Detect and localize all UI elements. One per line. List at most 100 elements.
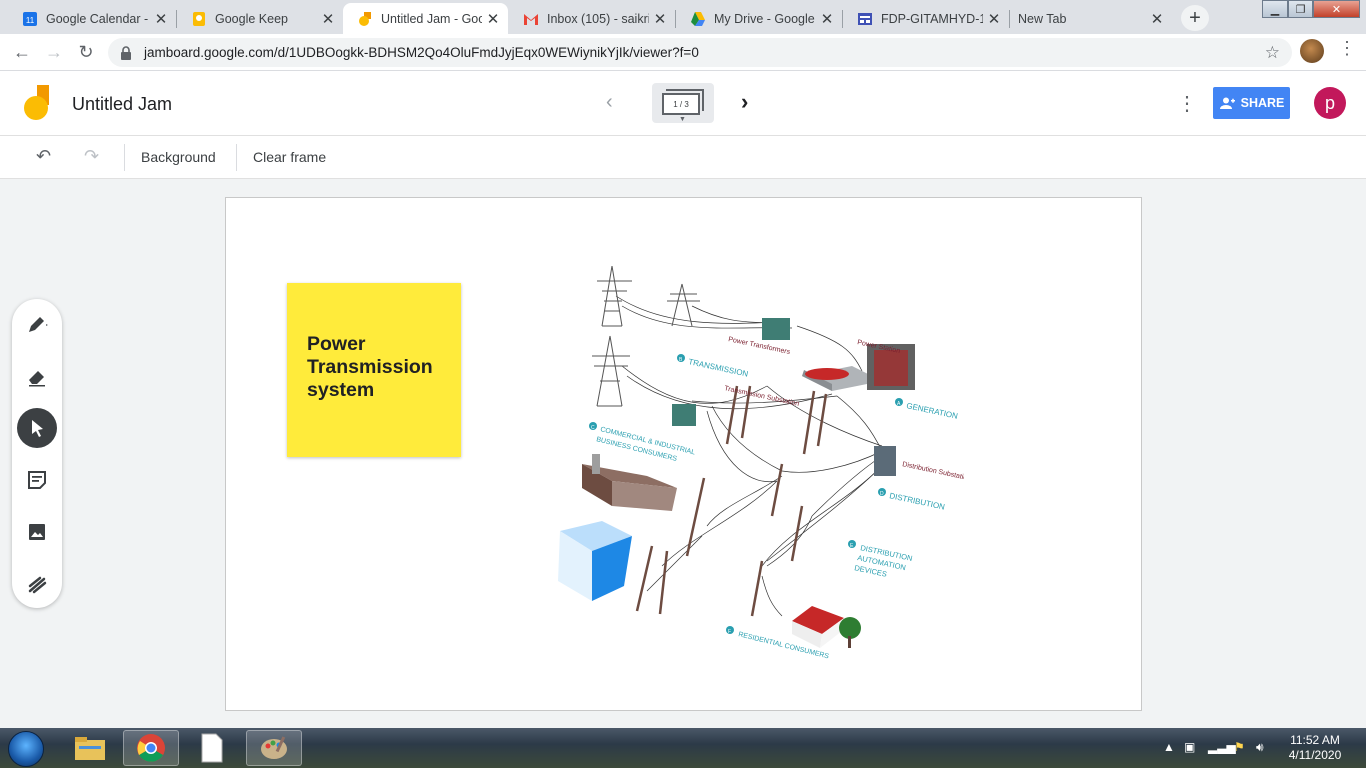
new-tab-button[interactable]: + (1181, 5, 1209, 31)
clock-time: 11:52 AM (1290, 733, 1340, 747)
transmission-substation-icon (672, 404, 696, 426)
keep-icon (191, 11, 207, 27)
pen-tool[interactable] (17, 304, 57, 344)
chevron-down-icon: ▼ (679, 116, 686, 123)
close-tab-icon[interactable]: ✕ (653, 10, 667, 28)
bookmark-star-icon[interactable]: ☆ (1265, 43, 1280, 63)
svg-text:Distribution Substation: Distribution Substation (902, 461, 964, 482)
svg-text:D: D (880, 491, 884, 497)
tab-fdp-form[interactable]: FDP-GITAMHYD-17 ✕ (843, 3, 1009, 34)
clear-frame-button[interactable]: Clear frame (253, 149, 326, 165)
forms-icon (857, 11, 873, 27)
chrome-menu-icon[interactable]: ⋮ (1338, 38, 1356, 59)
forward-icon[interactable]: → (40, 38, 68, 66)
tool-palette (12, 299, 62, 608)
pen-icon (29, 317, 48, 332)
chrome-profile-avatar[interactable] (1300, 39, 1324, 63)
windows-start-button[interactable] (8, 731, 44, 767)
sticky-note-icon (28, 471, 46, 489)
address-bar[interactable]: jamboard.google.com/d/1UDBOogkk-BDHSM2Qo… (108, 38, 1292, 67)
svg-text:11: 11 (26, 16, 35, 25)
file-explorer-taskbar-icon[interactable] (62, 730, 118, 766)
tab-google-keep[interactable]: Google Keep ✕ (177, 3, 343, 34)
previous-frame-icon[interactable]: ‹ (606, 91, 613, 114)
close-tab-icon[interactable]: ✕ (154, 10, 168, 28)
maximize-button[interactable]: ❐ (1288, 0, 1313, 18)
select-icon (32, 420, 43, 437)
power-transformer-icon (762, 318, 790, 340)
jam-title[interactable]: Untitled Jam (72, 94, 172, 115)
browser-toolbar: ← → ↻ jamboard.google.com/d/1UDBOogkk-BD… (0, 34, 1366, 71)
tab-title: Untitled Jam - Goo (381, 11, 482, 26)
add-person-icon (1219, 97, 1235, 109)
reload-icon[interactable]: ↻ (72, 38, 100, 66)
jamboard-logo[interactable] (24, 85, 50, 126)
document-taskbar-icon[interactable] (184, 730, 240, 766)
drive-icon (690, 11, 706, 27)
calendar-icon: 11 (22, 11, 38, 27)
account-avatar[interactable]: p (1314, 87, 1346, 119)
paint-taskbar-icon[interactable] (246, 730, 302, 766)
volume-icon[interactable]: 🔊︎ (1256, 740, 1264, 755)
back-icon[interactable]: ← (8, 38, 36, 66)
close-tab-icon[interactable]: ✕ (321, 10, 335, 28)
tab-strip: 11 Google Calendar - 1 ✕ Google Keep ✕ U… (0, 0, 1366, 34)
show-hidden-icons[interactable]: ▲ (1163, 740, 1175, 754)
tab-google-calendar[interactable]: 11 Google Calendar - 1 ✕ (8, 3, 176, 34)
laser-icon (28, 576, 47, 594)
close-tab-icon[interactable]: ✕ (987, 10, 1001, 28)
image-tool[interactable] (17, 512, 57, 552)
url-text: jamboard.google.com/d/1UDBOogkk-BDHSM2Qo… (144, 45, 699, 60)
power-grid-diagram-image[interactable]: Power Transformers Power Station Transmi… (552, 265, 972, 668)
minimize-button[interactable]: ▁ (1262, 0, 1288, 18)
window-close-button[interactable]: ✕ (1313, 0, 1360, 18)
tab-title: Google Calendar - 1 (46, 11, 150, 26)
jam-toolbar: ↶ ↷ Background Clear frame (0, 136, 1366, 179)
undo-icon[interactable]: ↶ (36, 146, 51, 167)
network-signal-icon[interactable]: ▂▃▅ (1208, 740, 1236, 754)
transmission-tower-icon (592, 265, 700, 407)
eraser-tool[interactable] (17, 356, 57, 396)
jam-canvas[interactable]: Power Transmission system Power Transfor… (225, 197, 1142, 711)
eraser-icon (29, 371, 45, 387)
system-clock[interactable]: 11:52 AM 4/11/2020 (1280, 733, 1350, 763)
tree-icon (839, 617, 861, 639)
jamboard-header: Untitled Jam ‹ 1 / 3 ▼ › ⋮ SHARE p (0, 71, 1366, 136)
tab-my-drive[interactable]: My Drive - Google ✕ (676, 3, 842, 34)
windows-taskbar: ▲ ▣ ▂▃▅ ⚑ 🔊︎ 11:52 AM 4/11/2020 (0, 728, 1366, 768)
chrome-taskbar-icon[interactable] (123, 730, 179, 766)
close-tab-icon[interactable]: ✕ (486, 10, 500, 28)
svg-text:GENERATION: GENERATION (906, 401, 959, 421)
power-station-icon (805, 368, 849, 380)
redo-icon[interactable]: ↷ (84, 146, 99, 167)
tab-title: FDP-GITAMHYD-17 (881, 11, 983, 26)
sticky-note-tool[interactable] (17, 460, 57, 500)
device-tray-icon[interactable]: ▣ (1184, 740, 1195, 754)
distribution-substation-icon (874, 446, 896, 476)
lock-icon (120, 46, 132, 63)
tab-untitled-jam[interactable]: Untitled Jam - Goo ✕ (343, 3, 508, 34)
next-frame-icon[interactable]: › (741, 89, 748, 115)
tab-new-tab[interactable]: New Tab ✕ (1010, 3, 1172, 34)
tab-title: Google Keep (215, 11, 288, 26)
jamboard-icon (357, 11, 373, 27)
background-button[interactable]: Background (141, 149, 216, 165)
close-tab-icon[interactable]: ✕ (820, 10, 834, 28)
tab-title: My Drive - Google (714, 11, 815, 26)
clock-date: 4/11/2020 (1288, 748, 1342, 762)
svg-text:F: F (728, 629, 731, 635)
close-tab-icon[interactable]: ✕ (1150, 10, 1164, 28)
select-tool[interactable] (17, 408, 57, 448)
laser-tool[interactable] (17, 564, 57, 604)
svg-text:DISTRIBUTION: DISTRIBUTION (889, 491, 946, 512)
sticky-note[interactable]: Power Transmission system (287, 283, 461, 457)
tab-inbox[interactable]: Inbox (105) - saikri ✕ (509, 3, 675, 34)
more-options-icon[interactable]: ⋮ (1177, 91, 1197, 116)
gmail-icon (523, 11, 539, 27)
action-center-flag-icon[interactable]: ⚑ (1234, 740, 1245, 754)
share-label: SHARE (1240, 96, 1285, 110)
share-button[interactable]: SHARE (1213, 87, 1290, 119)
frame-indicator: 1 / 3 (662, 93, 700, 115)
svg-text:TRANSMISSION: TRANSMISSION (688, 357, 750, 379)
frame-bar-button[interactable]: 1 / 3 ▼ (652, 83, 714, 123)
